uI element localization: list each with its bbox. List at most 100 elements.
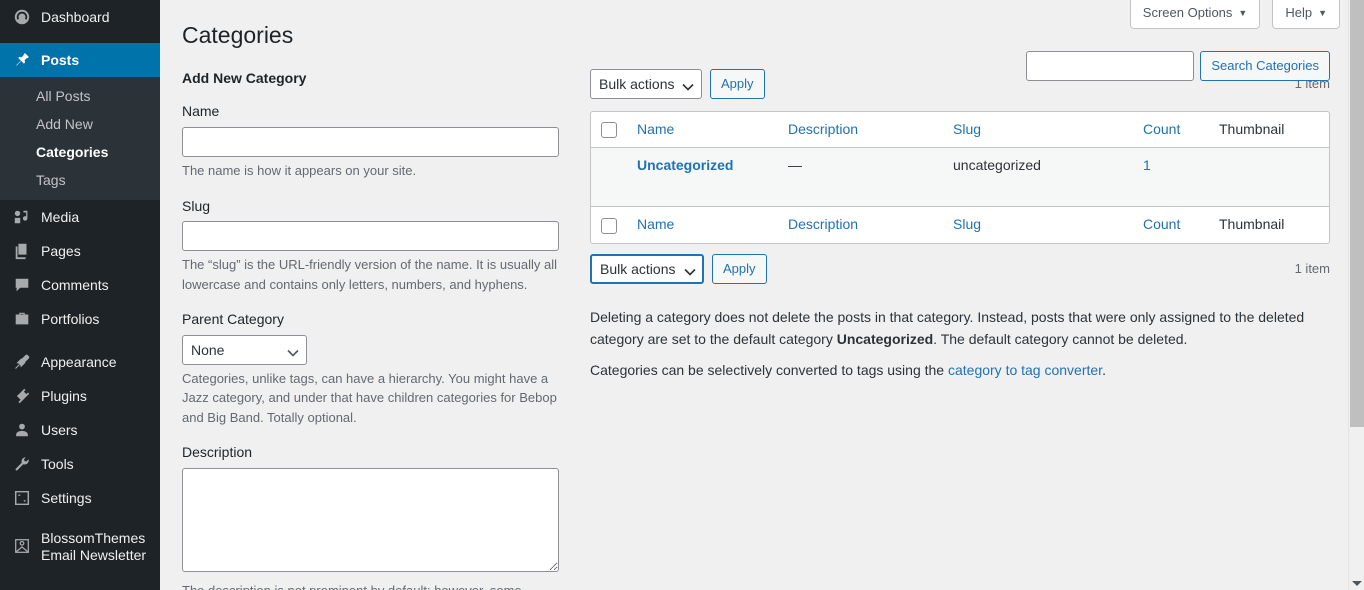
bulk-actions-wrap-top: Bulk actions	[590, 68, 702, 99]
displaying-num-bottom: 1 item	[1294, 261, 1330, 277]
sidebar-item-label: Settings	[41, 490, 92, 506]
search-form: Search Categories	[1026, 51, 1330, 81]
appearance-icon	[12, 352, 32, 372]
sidebar-item-comments[interactable]: Comments	[0, 268, 160, 302]
table-foot: Name Description Slug Count Thumbnail	[591, 206, 1329, 243]
select-all-checkbox-footer[interactable]	[601, 217, 617, 234]
slug-input[interactable]	[182, 221, 559, 252]
field-parent-category: Parent Category None Categories, unlike …	[182, 310, 566, 427]
chevron-down-icon: ▼	[1238, 8, 1248, 18]
users-icon	[12, 420, 32, 440]
sidebar-item-add-new[interactable]: Add New	[0, 110, 160, 138]
column-header-thumbnail: Thumbnail	[1209, 112, 1329, 149]
convert-note-part2: .	[1102, 361, 1106, 378]
categories-list-column: Bulk actions Apply 1 item Name Descripti…	[566, 68, 1364, 590]
category-to-tag-converter-link[interactable]: category to tag converter	[948, 362, 1102, 378]
sidebar-item-categories[interactable]: Categories	[0, 138, 160, 166]
row-description-cell: —	[788, 157, 802, 174]
sidebar-item-label: Plugins	[41, 388, 87, 404]
sidebar-item-tags[interactable]: Tags	[0, 166, 160, 194]
column-footer-slug[interactable]: Slug	[943, 206, 1133, 243]
bulk-actions-select-top[interactable]: Bulk actions	[590, 68, 702, 99]
table-header-row: Name Description Slug Count Thumbnail	[591, 112, 1329, 149]
name-input[interactable]	[182, 127, 559, 158]
sidebar-item-label: Comments	[41, 277, 109, 293]
sidebar-item-label: Tools	[41, 456, 74, 472]
parent-category-select-wrap: None	[182, 334, 307, 365]
default-category-name: Uncategorized	[836, 331, 934, 348]
sidebar-item-blossomthemes-email-newsletter[interactable]: BlossomThemes Email Newsletter	[0, 524, 160, 570]
categories-table: Name Description Slug Count Thumbnail Un…	[590, 110, 1330, 245]
sidebar-item-appearance[interactable]: Appearance	[0, 345, 160, 379]
column-header-description[interactable]: Description	[778, 112, 943, 149]
posts-submenu: All Posts Add New Categories Tags	[0, 77, 160, 200]
screen-options-button[interactable]: Screen Options ▼	[1129, 0, 1261, 29]
sidebar-item-portfolios[interactable]: Portfolios	[0, 302, 160, 336]
name-help-text: The name is how it appears on your site.	[182, 163, 417, 179]
category-count-link[interactable]: 1	[1143, 157, 1151, 173]
apply-button-bottom[interactable]: Apply	[712, 254, 767, 285]
vertical-scrollbar[interactable]	[1348, 0, 1364, 590]
sidebar-item-pages[interactable]: Pages	[0, 234, 160, 268]
main-content: Screen Options ▼ Help ▼ Categories Search …	[160, 0, 1364, 590]
convert-note-part1: Categories can be selectively converted …	[590, 361, 948, 378]
screen-meta-links: Screen Options ▼ Help ▼	[1118, 0, 1340, 29]
sidebar-item-settings[interactable]: Settings	[0, 481, 160, 515]
chevron-down-icon: ▼	[1318, 8, 1327, 18]
apply-button-top[interactable]: Apply	[710, 68, 765, 99]
parent-category-help-text: Categories, unlike tags, can have a hier…	[182, 370, 557, 425]
row-name-cell: Uncategorized	[627, 148, 778, 206]
sidebar-item-all-posts[interactable]: All Posts	[0, 82, 160, 110]
table-footer-row: Name Description Slug Count Thumbnail	[591, 206, 1329, 243]
wordpress-admin-page: Dashboard Posts All Posts Add New Catego…	[0, 0, 1364, 590]
sidebar-item-media[interactable]: Media	[0, 200, 160, 234]
search-input[interactable]	[1026, 51, 1195, 81]
scroll-down-arrow-icon[interactable]	[1352, 581, 1362, 586]
column-footer-count[interactable]: Count	[1133, 206, 1209, 243]
add-new-category-form: Add New Category Name The name is how it…	[182, 69, 566, 590]
sidebar-item-label: Portfolios	[41, 311, 100, 327]
description-textarea[interactable]	[182, 467, 559, 572]
category-name-link[interactable]: Uncategorized	[637, 157, 733, 173]
sidebar-item-plugins[interactable]: Plugins	[0, 379, 160, 413]
row-slug-cell: uncategorized	[953, 157, 1041, 174]
sidebar-item-label: BlossomThemes Email Newsletter	[41, 530, 147, 563]
column-footer-description[interactable]: Description	[778, 206, 943, 243]
column-footer-thumbnail: Thumbnail	[1209, 206, 1329, 243]
column-header-name[interactable]: Name	[627, 112, 778, 149]
select-all-checkbox[interactable]	[601, 122, 617, 139]
bulk-actions-wrap-bottom: Bulk actions	[590, 254, 704, 285]
description-help-text: The description is not prominent by defa…	[182, 581, 559, 590]
columns-container: Add New Category Name The name is how it…	[160, 68, 1364, 590]
parent-category-select[interactable]: None	[182, 334, 307, 365]
column-header-count[interactable]: Count	[1133, 112, 1209, 149]
column-header-slug[interactable]: Slug	[943, 112, 1133, 149]
sidebar-item-label: Pages	[41, 243, 81, 259]
sidebar-item-posts[interactable]: Posts	[0, 43, 160, 77]
sidebar-item-label: Appearance	[41, 354, 117, 370]
sidebar-item-tools[interactable]: Tools	[0, 447, 160, 481]
description-label: Description	[182, 444, 253, 461]
delete-category-note: Deleting a category does not delete the …	[590, 306, 1330, 351]
row-thumbnail-cell	[1209, 148, 1329, 206]
bulk-actions-select-bottom[interactable]: Bulk actions	[590, 254, 704, 285]
plugins-icon	[12, 386, 32, 406]
name-label: Name	[182, 103, 220, 120]
column-footer-name[interactable]: Name	[627, 206, 778, 243]
sidebar-item-users[interactable]: Users	[0, 413, 160, 447]
search-categories-button[interactable]: Search Categories	[1200, 51, 1330, 81]
row-checkbox-cell	[591, 148, 627, 206]
screen-options-label: Screen Options	[1142, 5, 1233, 20]
sidebar-item-dashboard[interactable]: Dashboard	[0, 0, 160, 34]
field-slug: Slug The “slug” is the URL-friendly vers…	[182, 197, 566, 295]
tools-icon	[12, 454, 32, 474]
scrollbar-thumb[interactable]	[1350, 0, 1364, 427]
pages-icon	[12, 241, 32, 261]
field-description: Description The description is not promi…	[182, 443, 566, 590]
help-button[interactable]: Help ▼	[1272, 0, 1340, 29]
slug-help-text: The “slug” is the URL-friendly version o…	[182, 257, 557, 292]
table-head: Name Description Slug Count Thumbnail	[591, 112, 1329, 149]
sidebar-item-label: Media	[41, 209, 80, 225]
comments-icon	[12, 275, 32, 295]
table-row: Uncategorized — uncategorized 1	[591, 148, 1329, 207]
